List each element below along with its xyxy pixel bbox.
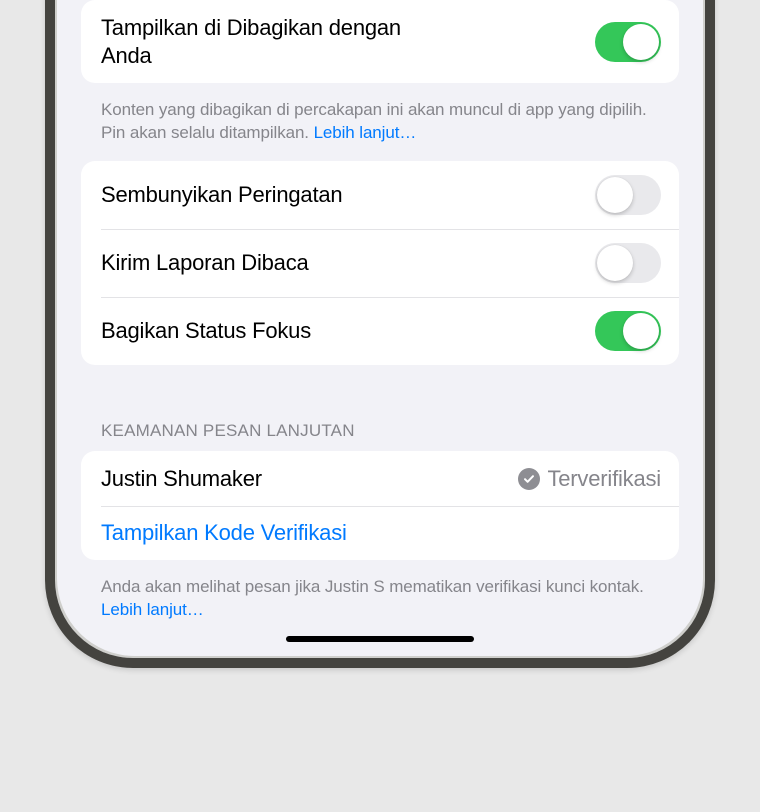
- home-indicator[interactable]: [286, 636, 474, 642]
- security-section-header: KEAMANAN PESAN LANJUTAN: [81, 421, 679, 451]
- show-verification-code-row[interactable]: Tampilkan Kode Verifikasi: [81, 506, 679, 560]
- show-in-shared-row: Tampilkan di Dibagikan dengan Anda: [81, 0, 679, 83]
- security-footer-text: Anda akan melihat pesan jika Justin S me…: [101, 577, 644, 596]
- contact-verification-row: Justin Shumaker Terverifikasi: [81, 451, 679, 507]
- security-card: Justin Shumaker Terverifikasi Tampilkan …: [81, 451, 679, 561]
- show-in-shared-toggle[interactable]: [595, 22, 661, 62]
- hide-alerts-toggle[interactable]: [595, 175, 661, 215]
- verified-status: Terverifikasi: [518, 466, 661, 492]
- settings-screen: Tampilkan di Dibagikan dengan Anda Konte…: [57, 0, 703, 656]
- toggle-knob: [623, 24, 659, 60]
- phone-frame: Tampilkan di Dibagikan dengan Anda Konte…: [45, 0, 715, 668]
- share-focus-toggle[interactable]: [595, 311, 661, 351]
- security-footer: Anda akan melihat pesan jika Justin S me…: [81, 568, 679, 622]
- alerts-card: Sembunyikan Peringatan Kirim Laporan Dib…: [81, 161, 679, 365]
- toggle-knob: [597, 245, 633, 281]
- read-receipts-row: Kirim Laporan Dibaca: [81, 229, 679, 297]
- toggle-knob: [623, 313, 659, 349]
- read-receipts-label: Kirim Laporan Dibaca: [101, 249, 595, 277]
- shared-footer: Konten yang dibagikan di percakapan ini …: [81, 91, 679, 145]
- show-verification-code-label: Tampilkan Kode Verifikasi: [101, 520, 347, 546]
- verified-label: Terverifikasi: [547, 466, 661, 492]
- security-footer-link[interactable]: Lebih lanjut…: [101, 600, 204, 619]
- hide-alerts-label: Sembunyikan Peringatan: [101, 181, 595, 209]
- read-receipts-toggle[interactable]: [595, 243, 661, 283]
- checkmark-icon: [518, 468, 540, 490]
- show-in-shared-label: Tampilkan di Dibagikan dengan Anda: [101, 14, 421, 69]
- hide-alerts-row: Sembunyikan Peringatan: [81, 161, 679, 229]
- shared-with-you-card: Tampilkan di Dibagikan dengan Anda: [81, 0, 679, 83]
- share-focus-label: Bagikan Status Fokus: [101, 317, 595, 345]
- contact-name: Justin Shumaker: [101, 465, 518, 493]
- shared-footer-link[interactable]: Lebih lanjut…: [314, 123, 417, 142]
- toggle-knob: [597, 177, 633, 213]
- share-focus-row: Bagikan Status Fokus: [81, 297, 679, 365]
